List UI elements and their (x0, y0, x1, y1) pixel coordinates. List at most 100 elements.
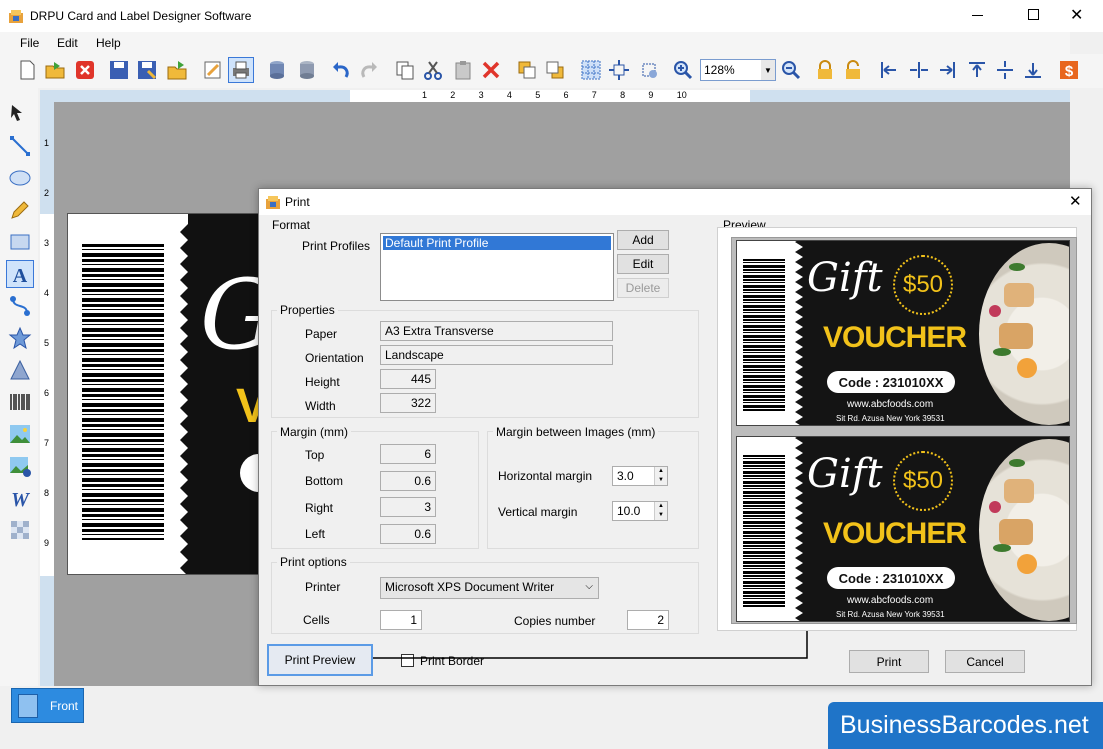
align-vcenter-icon[interactable] (992, 57, 1018, 83)
ruler-top-label: 10 (676, 90, 687, 100)
vertical-margin-spinner[interactable]: ▲ ▼ (654, 502, 667, 520)
ruler-left-label: 8 (44, 488, 50, 498)
print-preview-label: Print Preview (284, 653, 356, 667)
zoom-value: 128% (704, 63, 735, 77)
select-tool-icon[interactable] (6, 100, 34, 128)
chevron-down-icon[interactable]: ▼ (761, 60, 775, 80)
image-margin-group (487, 431, 699, 549)
align-left-icon[interactable] (876, 57, 902, 83)
printer-select[interactable]: Microsoft XPS Document Writer ⌵ (380, 577, 599, 599)
send-back-icon[interactable] (542, 57, 568, 83)
bring-front-icon[interactable] (514, 57, 540, 83)
database-icon[interactable] (264, 57, 290, 83)
menu-help[interactable]: Help (96, 36, 121, 50)
cancel-button-label: Cancel (966, 654, 1004, 669)
ruler-left-label: 4 (44, 288, 50, 298)
copy-icon[interactable] (392, 57, 418, 83)
app-icon (8, 8, 24, 24)
ruler-top-label: 7 (591, 90, 597, 100)
new-icon[interactable] (14, 57, 40, 83)
open-icon[interactable] (42, 57, 68, 83)
undo-icon[interactable] (328, 57, 354, 83)
zoom-out-icon[interactable] (778, 57, 804, 83)
print-icon[interactable] (228, 57, 254, 83)
top-margin-field[interactable]: 6 (380, 444, 436, 464)
ruler-top (54, 90, 1070, 102)
profile-item-selected[interactable]: Default Print Profile (383, 236, 611, 250)
align-hcenter-icon[interactable] (906, 57, 932, 83)
cancel-button[interactable]: Cancel (945, 650, 1025, 673)
curve-tool-icon[interactable] (6, 292, 34, 320)
center-icon[interactable] (606, 57, 632, 83)
voucher-price-badge: $50 (893, 255, 953, 315)
card-preview[interactable]: G V (67, 213, 267, 575)
print-button[interactable]: Print (849, 650, 929, 673)
properties-icon[interactable] (200, 57, 226, 83)
wordart-tool-icon[interactable]: W (6, 484, 34, 512)
cut-icon[interactable] (420, 57, 446, 83)
rectangle-tool-icon[interactable] (6, 228, 34, 256)
right-margin-field[interactable]: 3 (380, 497, 436, 517)
close-button[interactable]: ✕ (1070, 5, 1083, 25)
align-bottom-icon[interactable] (1020, 57, 1046, 83)
text-tool-icon[interactable]: A (6, 260, 34, 288)
lock-icon[interactable] (812, 57, 838, 83)
profiles-list[interactable]: Default Print Profile (380, 233, 614, 301)
zoom-in-icon[interactable] (670, 57, 696, 83)
ruler-left-label: 2 (44, 188, 50, 198)
grid-icon[interactable] (578, 57, 604, 83)
align-right-icon[interactable] (934, 57, 960, 83)
save-icon[interactable] (106, 57, 132, 83)
add-profile-button[interactable]: Add (617, 230, 669, 250)
rotate-icon[interactable] (636, 57, 662, 83)
pencil-tool-icon[interactable] (6, 196, 34, 224)
watermark-banner: BusinessBarcodes.net (828, 702, 1103, 749)
export-icon[interactable] (164, 57, 190, 83)
properties-label: Properties (277, 303, 338, 317)
close-file-icon[interactable] (72, 57, 98, 83)
ruler-top-label: 1 (422, 90, 428, 100)
delete-icon[interactable] (478, 57, 504, 83)
redo-icon[interactable] (356, 57, 382, 83)
dollar-icon[interactable]: $ (1056, 57, 1082, 83)
save-as-icon[interactable] (134, 57, 160, 83)
card-gift-text: G (200, 259, 266, 371)
page-icon (18, 694, 38, 718)
tab-front[interactable]: Front (11, 688, 84, 723)
voucher-url: www.abcfoods.com (847, 595, 934, 606)
dialog-close-icon[interactable]: ✕ (1069, 192, 1082, 210)
menu-edit[interactable]: Edit (57, 36, 78, 50)
ruler-left-label: 6 (44, 388, 50, 398)
menu-file[interactable]: File (20, 36, 39, 50)
line-tool-icon[interactable] (6, 132, 34, 160)
ruler-left-label: 1 (44, 138, 50, 148)
left-margin-label: Left (305, 527, 326, 541)
voucher-price-badge: $50 (893, 451, 953, 511)
svg-text:$: $ (1065, 63, 1074, 80)
delete-profile-button[interactable]: Delete (617, 278, 669, 298)
watermark-tool-icon[interactable] (6, 516, 34, 544)
bottom-margin-field[interactable]: 0.6 (380, 471, 436, 491)
star-tool-icon[interactable] (6, 324, 34, 352)
unlock-icon[interactable] (840, 57, 866, 83)
image-library-icon[interactable] (6, 452, 34, 480)
paste-icon[interactable] (450, 57, 476, 83)
database-2-icon[interactable] (294, 57, 320, 83)
dialog-app-icon (265, 194, 281, 210)
print-preview-button[interactable]: Print Preview (267, 644, 373, 676)
maximize-button[interactable] (1028, 9, 1039, 20)
left-margin-field[interactable]: 0.6 (380, 524, 436, 544)
zoom-select[interactable]: 128% ▼ (700, 59, 776, 81)
voucher-address: Sit Rd. Azusa New York 39531 (836, 414, 945, 423)
edit-profile-button[interactable]: Edit (617, 254, 669, 274)
minimize-button[interactable] (972, 15, 983, 16)
voucher-price: $50 (902, 271, 944, 298)
ellipse-tool-icon[interactable] (6, 164, 34, 192)
horizontal-margin-spinner[interactable]: ▲ ▼ (654, 467, 667, 485)
align-top-icon[interactable] (964, 57, 990, 83)
print-profiles-label: Print Profiles (302, 239, 371, 253)
margin-group (271, 431, 479, 549)
barcode-tool-icon[interactable] (6, 388, 34, 416)
triangle-tool-icon[interactable] (6, 356, 34, 384)
image-tool-icon[interactable] (6, 420, 34, 448)
